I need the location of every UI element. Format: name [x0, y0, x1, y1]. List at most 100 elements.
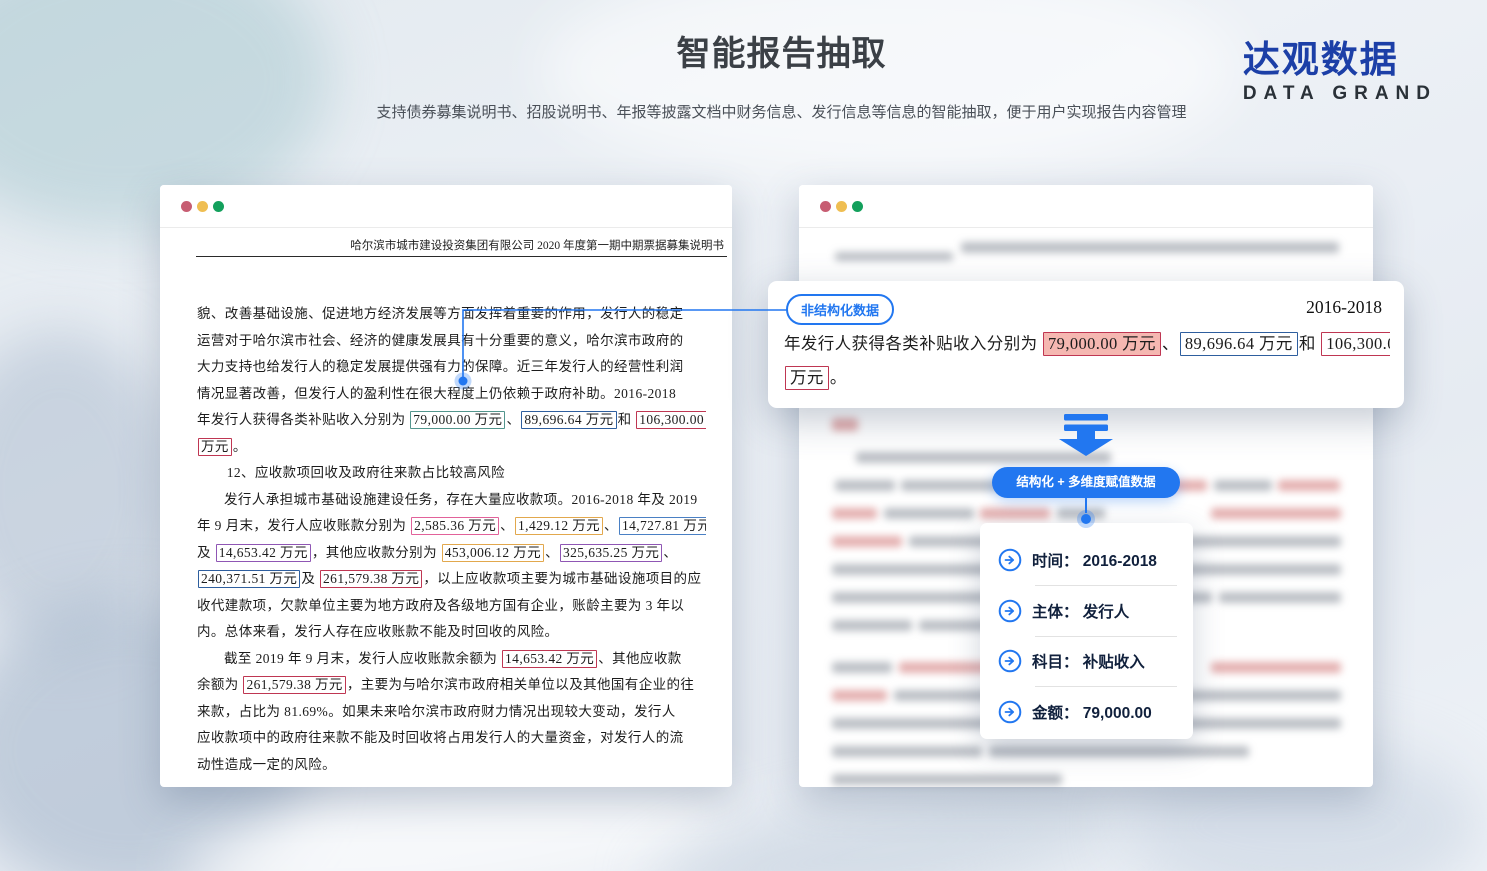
- text-run: 情况显著改善，但发行人的盈利性在很大程度上仍依赖于政府补助。2016-2018: [197, 386, 676, 401]
- brand-logo[interactable]: 达观数据 DATA GRAND: [1243, 40, 1437, 105]
- value-box-red: 14,653.42 万元: [502, 650, 597, 668]
- doc-line: 内。总体来看，发行人存在应收账款不能及时回收的风险。: [197, 619, 706, 646]
- text-run: ，主要为与哈尔滨市政府相关单位以及其他国有企业的往: [347, 677, 695, 692]
- doc-line: 应收款项中的政府往来款不能及时回收将占用发行人的大量资金，对发行人的流: [197, 725, 706, 752]
- page: 智能报告抽取 支持债券募集说明书、招股说明书、年报等披露文档中财务信息、发行信息…: [0, 0, 1487, 871]
- doc-line: 收代建款项，欠款单位主要为地方政府及各级地方国有企业，账龄主要为 3 年以: [197, 593, 706, 620]
- doc-line: 运营对于哈尔滨市社会、经济的健康发展具有十分重要的意义，哈尔滨市政府的: [197, 328, 706, 355]
- blurred-text-bar: [989, 746, 1249, 757]
- blurred-text-bar: [832, 774, 1062, 785]
- circle-arrow-icon: [998, 599, 1022, 623]
- value-box-red: 万元: [198, 438, 232, 456]
- text-run: 发行人承担城市基础设施建设任务，存在大量应收款项。2016-2018 年及 20…: [224, 492, 698, 507]
- document-header: 哈尔滨市城市建设投资集团有限公司 2020 年度第一期中期票据募集说明书: [350, 237, 724, 253]
- doc-line: 发行人承担城市基础设施建设任务，存在大量应收款项。2016-2018 年及 20…: [197, 487, 706, 514]
- text-run: 。: [233, 439, 247, 454]
- text-run: ，以上应收款项主要为城市基础设施项目的应: [423, 571, 701, 586]
- blurred-text-bar: [832, 620, 912, 631]
- window-dot-green: [213, 201, 224, 212]
- value-box-red: 261,579.38 万元: [243, 676, 345, 694]
- text-run: 貌、改善基础设施、促进地方经济发展等方面发挥着重要的作用，发行人的稳定: [197, 306, 684, 321]
- doc-line: 万元。: [197, 434, 706, 461]
- circle-arrow-icon: [998, 548, 1022, 572]
- text-run: 。: [830, 368, 847, 387]
- doc-line: 大力支持也给发行人的稳定发展提供强有力的保障。近三年发行人的经营性利润: [197, 354, 706, 381]
- window-dot-green: [852, 201, 863, 212]
- text-run: 12、应收款项回收及政府往来款占比较高风险: [227, 465, 505, 480]
- blurred-text-bar: [832, 746, 982, 757]
- text-run: 、其他应收款: [598, 651, 681, 666]
- value-box-teal: 79,000.00 万元: [410, 411, 505, 429]
- text-run: 及: [301, 571, 319, 586]
- circle-arrow-icon: [998, 700, 1022, 724]
- excerpt-text: 年发行人获得各类补贴收入分别为 79,000.00 万元、89,696.64 万…: [784, 327, 1390, 395]
- text-run: 年 9 月末，发行人应收账款分别为: [197, 518, 410, 533]
- value-box-red: 万元: [785, 366, 829, 390]
- blurred-text-bar: [832, 536, 902, 547]
- blurred-text-bar: [832, 690, 887, 701]
- blurred-text-bar: [835, 252, 953, 261]
- blurred-text-bar: [832, 662, 892, 673]
- window-titlebar: [160, 185, 732, 228]
- background-blob: [0, 330, 180, 650]
- text-run: 收代建款项，欠款单位主要为地方政府及各级地方国有企业，账龄主要为 3 年以: [197, 598, 684, 613]
- brand-logo-cn: 达观数据: [1243, 40, 1437, 81]
- text-run: 、: [604, 518, 618, 533]
- field-row-1: 时间： 2016-2018: [980, 535, 1193, 585]
- text-run: 、: [1162, 334, 1179, 353]
- doc-line: 年 9 月末，发行人应收账款分别为 2,585.36 万元、1,429.12 万…: [197, 513, 706, 540]
- field-label-value: 科目： 补贴收入: [1032, 650, 1145, 672]
- document-body: 貌、改善基础设施、促进地方经济发展等方面发挥着重要的作用，发行人的稳定运营对于哈…: [197, 301, 706, 778]
- text-run: 及: [197, 545, 215, 560]
- value-box-pink: 2,585.36 万元: [411, 517, 499, 535]
- doc-line: 余额为 261,579.38 万元，主要为与哈尔滨市政府相关单位以及其他国有企业…: [197, 672, 706, 699]
- text-run: 、: [663, 545, 677, 560]
- period-label: 2016-2018: [1306, 297, 1382, 318]
- doc-line: 年发行人获得各类补贴收入分别为 79,000.00 万元、89,696.64 万…: [784, 327, 1390, 361]
- blurred-text-bar: [884, 508, 974, 519]
- field-row-4: 金额： 79,000.00: [980, 687, 1193, 737]
- text-run: 、: [500, 518, 514, 533]
- blurred-text-bar: [856, 452, 1111, 463]
- field-label-value: 金额： 79,000.00: [1032, 701, 1152, 723]
- unstructured-data-badge: 非结构化数据: [786, 294, 894, 325]
- value-box-red: 261,579.38 万元: [320, 570, 422, 588]
- doc-line: 万元。: [784, 361, 1390, 395]
- blurred-text-bar: [832, 418, 858, 431]
- text-run: 截至 2019 年 9 月末，发行人应收账款余额为: [224, 651, 501, 666]
- text-run: 内。总体来看，发行人存在应收账款不能及时回收的风险。: [197, 624, 558, 639]
- doc-line: 来款，占比为 81.69%。如果未来哈尔滨市政府财力情况出现较大变动，发行人: [197, 699, 706, 726]
- text-run: ，其他应收款分别为: [312, 545, 441, 560]
- blurred-text-bar: [1211, 508, 1341, 519]
- blurred-text-bar: [835, 480, 895, 491]
- blurred-text-bar: [980, 508, 1050, 519]
- window-dot-red: [820, 201, 831, 212]
- brand-logo-en: DATA GRAND: [1243, 83, 1437, 105]
- doc-line: 及 14,653.42 万元，其他应收款分别为 453,006.12 万元、32…: [197, 540, 706, 567]
- value-box-red: 106,300.00: [1321, 332, 1390, 356]
- field-row-2: 主体： 发行人: [980, 586, 1193, 636]
- left-document-panel: 哈尔滨市城市建设投资集团有限公司 2020 年度第一期中期票据募集说明书 貌、改…: [160, 185, 732, 787]
- window-dot-red: [181, 201, 192, 212]
- text-run: 和: [1299, 334, 1320, 353]
- text-run: 和: [618, 412, 636, 427]
- value-box-navy: 89,696.64 万元: [1180, 332, 1298, 356]
- value-box-purple: 14,653.42 万元: [216, 544, 311, 562]
- text-run: 运营对于哈尔滨市社会、经济的健康发展具有十分重要的意义，哈尔滨市政府的: [197, 333, 684, 348]
- text-run: 、: [545, 545, 559, 560]
- field-row-3: 科目： 补贴收入: [980, 636, 1193, 686]
- value-box-red-highlighted: 79,000.00 万元: [1043, 332, 1161, 356]
- blurred-text-bar: [961, 242, 1339, 253]
- text-run: 年发行人获得各类补贴收入分别为: [784, 334, 1042, 353]
- text-run: 动性造成一定的风险。: [197, 757, 336, 772]
- text-run: 、: [506, 412, 520, 427]
- value-box-amber: 453,006.12 万元: [442, 544, 544, 562]
- document-header-rule: [196, 256, 727, 257]
- window-dot-yellow: [197, 201, 208, 212]
- text-run: 来款，占比为 81.69%。如果未来哈尔滨市政府财力情况出现较大变动，发行人: [197, 704, 676, 719]
- field-label-value: 主体： 发行人: [1032, 600, 1129, 622]
- doc-line: 年发行人获得各类补贴收入分别为 79,000.00 万元、89,696.64 万…: [197, 407, 706, 434]
- window-dot-yellow: [836, 201, 847, 212]
- value-box-navy: 89,696.64 万元: [521, 411, 616, 429]
- text-run: 应收款项中的政府往来款不能及时回收将占用发行人的大量资金，对发行人的流: [197, 730, 684, 745]
